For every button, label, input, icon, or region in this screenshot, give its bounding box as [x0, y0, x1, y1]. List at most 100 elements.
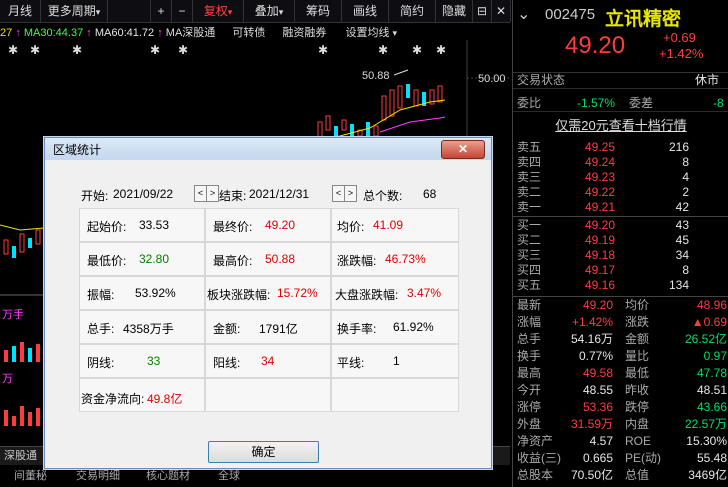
star-marker: ✱: [318, 43, 328, 57]
deep-connect-link[interactable]: MA深股通: [166, 27, 216, 39]
flat-candles-label: 平线:: [337, 356, 365, 370]
start-price-label: 起始价:: [87, 220, 127, 234]
chevron-down-icon: ▾: [95, 7, 101, 17]
dialog-titlebar[interactable]: 区域统计 ✕: [45, 138, 491, 160]
ma20-value: 27: [0, 27, 13, 39]
margin-trading-link[interactable]: 融资融券: [282, 27, 326, 39]
stat-value: ▲0.69: [691, 315, 727, 329]
arrow-up-icon: ↑: [86, 27, 92, 39]
total-volume-label: 总手:: [87, 322, 115, 336]
adjust-price-button[interactable]: 复权▾: [193, 0, 244, 22]
tab-secretary[interactable]: 间董秘: [14, 467, 47, 485]
overlay-button[interactable]: 叠加▾: [244, 0, 295, 22]
tab-trade-detail[interactable]: 交易明细: [76, 467, 120, 485]
quote-stat-row: 收益(三) 0.665 PE(动) 55.48: [513, 451, 728, 466]
flat-candles-value: 1: [393, 354, 400, 368]
quote-stat-row: 最新 49.20 均价 48.96: [513, 298, 728, 313]
ma-settings-link[interactable]: 设置均线: [345, 27, 389, 39]
start-next-button[interactable]: >: [206, 185, 219, 202]
volume-unit-label-2: 万: [2, 373, 13, 385]
asks-level-row[interactable]: 卖二 49.22 2: [513, 185, 728, 200]
chevron-down-icon[interactable]: ⌄: [517, 4, 537, 24]
avg-price-label: 均价:: [337, 220, 365, 234]
ma-line-magenta: [379, 116, 446, 133]
ok-button[interactable]: 确定: [208, 441, 319, 463]
zoom-out-button[interactable]: −: [172, 0, 193, 22]
close-icon[interactable]: ✕: [441, 140, 485, 159]
turnover-value: 61.92%: [393, 320, 434, 334]
positive-candles-value: 34: [261, 354, 275, 368]
bids-level-row[interactable]: 买二 49.19 45: [513, 233, 728, 248]
stat-label: 最新: [517, 298, 542, 312]
stat-value: 49.20: [582, 298, 613, 312]
stat-label: 涨幅: [517, 315, 542, 329]
ten-level-promo-link[interactable]: 仅需20元查看十档行情: [555, 118, 686, 133]
stat-value: 53.36: [582, 400, 613, 414]
chevron-down-icon: ▾: [392, 28, 398, 38]
convertible-link[interactable]: 可转债: [232, 27, 265, 39]
bids-level-row[interactable]: 买三 49.18 34: [513, 248, 728, 263]
count-value: 68: [423, 187, 437, 201]
level-price: 49.17: [585, 263, 616, 277]
stat-label: 均价: [625, 298, 650, 312]
end-next-button[interactable]: >: [344, 185, 357, 202]
stock-name: 立讯精密: [605, 9, 682, 30]
level-volume: 42: [675, 200, 689, 214]
tab-global[interactable]: 全球: [218, 467, 240, 485]
chart-toolbar: 月线 更多周期▾ + − 复权▾ 叠加▾ 筹码 画线 简约 隐藏 ⊟ ✕: [0, 0, 511, 23]
stats-divider: [513, 296, 728, 297]
low-price-label: 最低价:: [87, 254, 127, 268]
level-price: 49.18: [585, 248, 616, 262]
more-periods-label: 更多周期: [47, 4, 96, 18]
stat-label: 涨跌: [625, 315, 650, 329]
more-periods-button[interactable]: 更多周期▾: [41, 0, 108, 22]
asks-level-row[interactable]: 卖四 49.24 8: [513, 155, 728, 170]
tab-core-topics[interactable]: 核心题材: [146, 467, 190, 485]
market-change-value: 3.47%: [407, 286, 442, 300]
bids-level-row[interactable]: 买五 49.16 134: [513, 278, 728, 293]
level-price: 49.22: [585, 185, 616, 199]
stat-label: 跌停: [625, 400, 650, 414]
simple-button[interactable]: 简约: [389, 0, 436, 22]
quote-stat-row: 最高 49.58 最低 47.78: [513, 366, 728, 381]
draw-line-button[interactable]: 画线: [342, 0, 389, 22]
asks-level-row[interactable]: 卖一 49.21 42: [513, 200, 728, 215]
close-icon[interactable]: ✕: [492, 0, 511, 22]
chevron-down-icon: ▾: [227, 7, 233, 17]
window-icon[interactable]: ⊟: [473, 0, 492, 22]
ma-line-left: [0, 224, 45, 231]
star-marker: ✱: [30, 43, 40, 57]
monthly-tab[interactable]: 月线: [0, 0, 41, 22]
level-volume: 8: [682, 263, 689, 277]
arrow-up-icon: ↑: [15, 27, 21, 39]
asks-level-row[interactable]: 卖五 49.25 216: [513, 140, 728, 155]
level-label: 卖五: [517, 140, 542, 154]
level-price: 49.21: [585, 200, 616, 214]
star-marker: ✱: [150, 43, 160, 57]
tab-deep-connect[interactable]: 深股通: [4, 447, 37, 465]
stat-value: 47.78: [696, 366, 727, 380]
hide-button[interactable]: 隐藏: [436, 0, 473, 22]
level-label: 买二: [517, 233, 542, 247]
sector-change-value: 15.72%: [277, 286, 318, 300]
star-marker: ✱: [412, 43, 422, 57]
bids-level-row[interactable]: 买一 49.20 43: [513, 218, 728, 233]
level-volume: 34: [675, 248, 689, 262]
stat-value: 26.52亿: [684, 332, 727, 346]
stat-label: 金额: [625, 332, 650, 346]
level-label: 卖三: [517, 170, 542, 184]
quote-stat-row: 总手 54.16万 金额 26.52亿: [513, 332, 728, 347]
quote-stat-row: 总股本 70.50亿 总值 3469亿: [513, 468, 728, 483]
stat-label: 总值: [625, 468, 650, 482]
total-volume-value: 4358万手: [123, 322, 174, 336]
chips-button[interactable]: 筹码: [295, 0, 342, 22]
negative-candles-label: 阴线:: [87, 356, 115, 370]
zoom-in-button[interactable]: +: [151, 0, 172, 22]
stat-value: 48.51: [696, 383, 727, 397]
volume-unit-label: 万手: [2, 307, 24, 321]
stat-label: 今开: [517, 383, 542, 397]
level-volume: 216: [668, 140, 689, 154]
asks-level-row[interactable]: 卖三 49.23 4: [513, 170, 728, 185]
low-price-value: 32.80: [139, 252, 170, 266]
bids-level-row[interactable]: 买四 49.17 8: [513, 263, 728, 278]
